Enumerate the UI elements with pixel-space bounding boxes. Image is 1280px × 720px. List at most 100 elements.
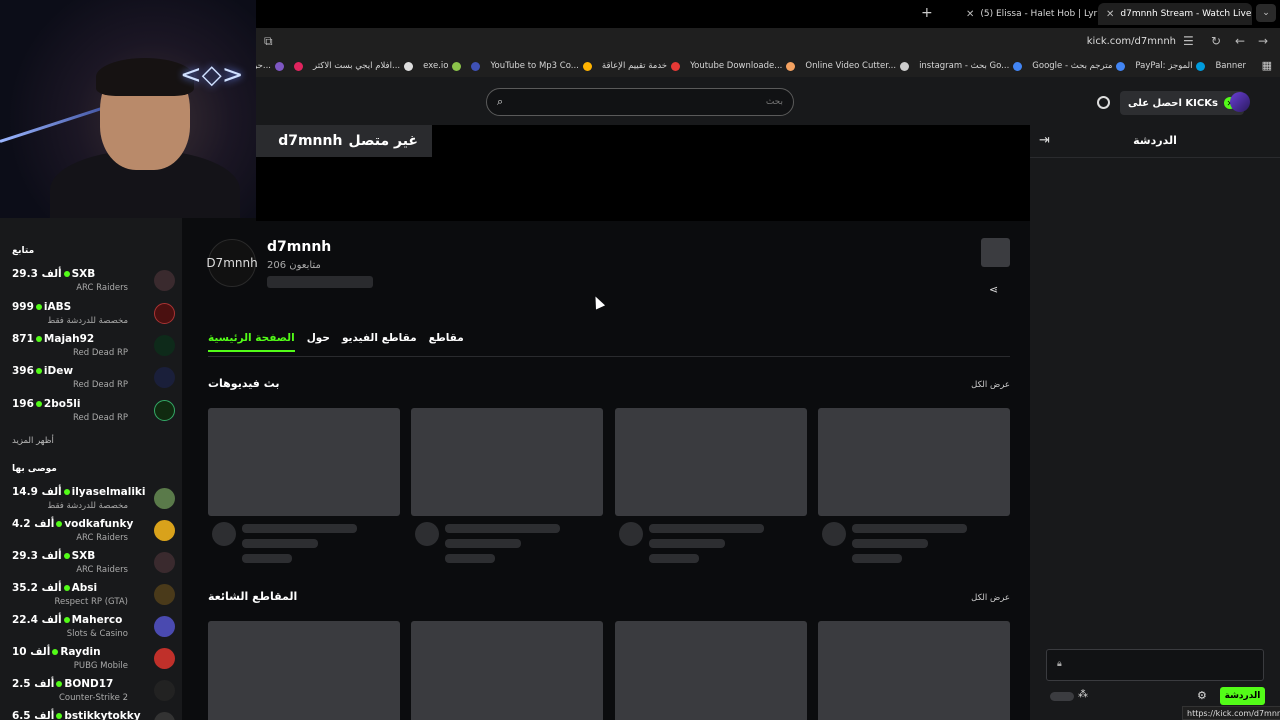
notifications-icon[interactable] [1097, 96, 1110, 109]
show-more-link[interactable]: أظهر المزيد [12, 436, 54, 446]
follow-button[interactable] [981, 238, 1010, 267]
reload-icon[interactable]: ↻ [1211, 34, 1221, 48]
live-dot-icon [52, 649, 59, 655]
channel-category: PUBG Mobile [73, 661, 128, 671]
channel-name: ilyaselmaliki [71, 486, 146, 498]
sidebar-channel[interactable]: 14.9 ألف ilyaselmaliki مخصصة للدردشة فقط [12, 486, 176, 518]
sidebar-channel[interactable]: 22.4 ألف Maherco Slots & Casino [12, 614, 176, 646]
sidebar-channel[interactable]: 396 iDew Red Dead RP [12, 365, 176, 397]
channel-category: Counter-Strike 2 [58, 693, 128, 703]
channel-name: SXB [71, 268, 96, 280]
bookmark[interactable]: خدمة تقييم الإعاقة [602, 61, 681, 71]
clip-card[interactable] [818, 621, 1010, 720]
site-settings-icon[interactable]: ☰ [1183, 34, 1194, 48]
search-icon: ⌕ [497, 95, 504, 108]
viewer-count: 196 [12, 398, 34, 410]
search-input[interactable]: بحث ⌕ [486, 88, 794, 116]
view-all-clips-link[interactable]: عرض الكل [971, 593, 1010, 603]
tab-clips[interactable]: مقاطع [429, 332, 464, 352]
bookmark[interactable]: YouTube to Mp3 Co... [490, 61, 592, 71]
bookmark[interactable] [471, 61, 481, 71]
share-icon[interactable]: ⋖ [989, 283, 998, 296]
channel-name: 2bo5li [43, 398, 81, 410]
bookmarks-menu-icon[interactable]: ▦ [1262, 59, 1272, 72]
new-tab-icon[interactable]: + [921, 5, 933, 21]
gear-icon[interactable]: ⚙ [1197, 689, 1207, 702]
tab-elissa[interactable]: ✕ (5) Elissa - Halet Hob | Lyric [958, 3, 1098, 25]
live-dot-icon [63, 553, 70, 559]
bookmark[interactable] [294, 61, 304, 71]
channel-category: مخصصة للدردشة فقط [47, 316, 128, 326]
viewer-count: 6.5 ألف [12, 710, 55, 720]
loading-placeholder [445, 554, 495, 563]
viewer-count: 14.9 ألف [12, 486, 62, 498]
forward-icon[interactable]: ← [1235, 34, 1245, 48]
loading-placeholder [822, 522, 846, 546]
clip-card[interactable] [615, 621, 807, 720]
tab-d7mnnh[interactable]: ✕ d7mnnh Stream - Watch Live o K [1098, 3, 1252, 25]
avatar [154, 520, 175, 541]
url-field[interactable]: kick.com/d7mnnh [1087, 36, 1176, 47]
video-card[interactable] [411, 408, 603, 516]
sidebar-channel[interactable]: 999 iABS مخصصة للدردشة فقط [12, 301, 176, 333]
view-all-videos-link[interactable]: عرض الكل [971, 380, 1010, 390]
close-icon[interactable]: ✕ [966, 9, 974, 20]
sidebar-channel[interactable]: 10 ألف Raydin PUBG Mobile [12, 646, 176, 678]
tab-home[interactable]: الصفحة الرئيسية [208, 332, 295, 352]
sidebar-channel[interactable]: 29.3 ألف SXB ARC Raiders [12, 550, 176, 582]
live-dot-icon [56, 713, 63, 719]
clip-card[interactable] [411, 621, 603, 720]
install-app-icon[interactable]: ⧉ [264, 34, 273, 49]
viewer-count: 22.4 ألف [12, 614, 62, 626]
bookmark[interactable]: PayPal: الموجز [1135, 61, 1206, 71]
channel-name: Absi [71, 582, 98, 594]
close-icon[interactable]: ✕ [1106, 9, 1114, 20]
bookmark[interactable]: افلام ايجي بست الاكثر... [313, 61, 414, 71]
loading-placeholder [415, 522, 439, 546]
users-icon[interactable]: ⁂ [1078, 689, 1088, 700]
sidebar-channel[interactable]: 29.3 ألف SXB ARC Raiders [12, 268, 176, 300]
get-kicks-button[interactable]: احصل على KICKs ✕ [1120, 91, 1244, 115]
bookmark[interactable]: Online Video Cutter... [805, 61, 910, 71]
clip-card[interactable] [208, 621, 400, 720]
loading-placeholder [649, 554, 699, 563]
sidebar-channel[interactable]: 35.2 ألف Absi Respect RP (GTA) [12, 582, 176, 614]
user-avatar[interactable] [1230, 92, 1250, 112]
bookmark[interactable]: exe.io [423, 61, 462, 71]
viewer-count: 10 ألف [12, 646, 51, 658]
live-dot-icon [35, 368, 42, 374]
loading-placeholder [649, 539, 725, 548]
viewer-count: 999 [12, 301, 34, 313]
bookmark[interactable]: instagram - بحث Go... [919, 61, 1023, 71]
bookmark[interactable]: Google - مترجم بحث [1032, 61, 1126, 71]
avatar [154, 303, 175, 324]
channel-tabs: الصفحة الرئيسية حول مقاطع الفيديو مقاطع [208, 332, 464, 352]
chat-input[interactable]: 🔒︎ [1046, 649, 1264, 681]
loading-placeholder [242, 539, 318, 548]
tab-about[interactable]: حول [307, 332, 330, 352]
channel-category: Red Dead RP [73, 348, 128, 358]
video-card[interactable] [818, 408, 1010, 516]
live-dot-icon [63, 585, 70, 591]
video-card[interactable] [208, 408, 400, 516]
back-icon[interactable]: → [1258, 34, 1268, 48]
tab-videos[interactable]: مقاطع الفيديو [342, 332, 417, 352]
chat-send-button[interactable]: الدردشة [1220, 687, 1265, 705]
viewer-count: 4.2 ألف [12, 518, 55, 530]
sidebar-channel[interactable]: 196 2bo5li Red Dead RP [12, 398, 176, 430]
channel-name: iDew [43, 365, 74, 377]
sidebar-channel[interactable]: 2.5 ألف BOND17 Counter-Strike 2 [12, 678, 176, 710]
video-card[interactable] [615, 408, 807, 516]
sidebar-channel[interactable]: 6.5 ألف bstikkytokky [12, 710, 176, 720]
bookmark[interactable]: Youtube Downloade... [690, 61, 796, 71]
bookmark[interactable]: Banner [1215, 61, 1246, 71]
tab-search-icon[interactable]: ⌄ [1256, 4, 1276, 22]
viewer-count: 396 [12, 365, 34, 377]
sidebar-channel[interactable]: 4.2 ألف vodkafunky ARC Raiders [12, 518, 176, 550]
channel-name: Maherco [71, 614, 123, 626]
avatar [154, 488, 175, 509]
loading-placeholder [242, 554, 292, 563]
chat-mode-toggle[interactable] [1050, 692, 1074, 701]
sidebar-channel[interactable]: 871 Majah92 Red Dead RP [12, 333, 176, 365]
channel-avatar[interactable]: D7mnnh [206, 239, 258, 287]
